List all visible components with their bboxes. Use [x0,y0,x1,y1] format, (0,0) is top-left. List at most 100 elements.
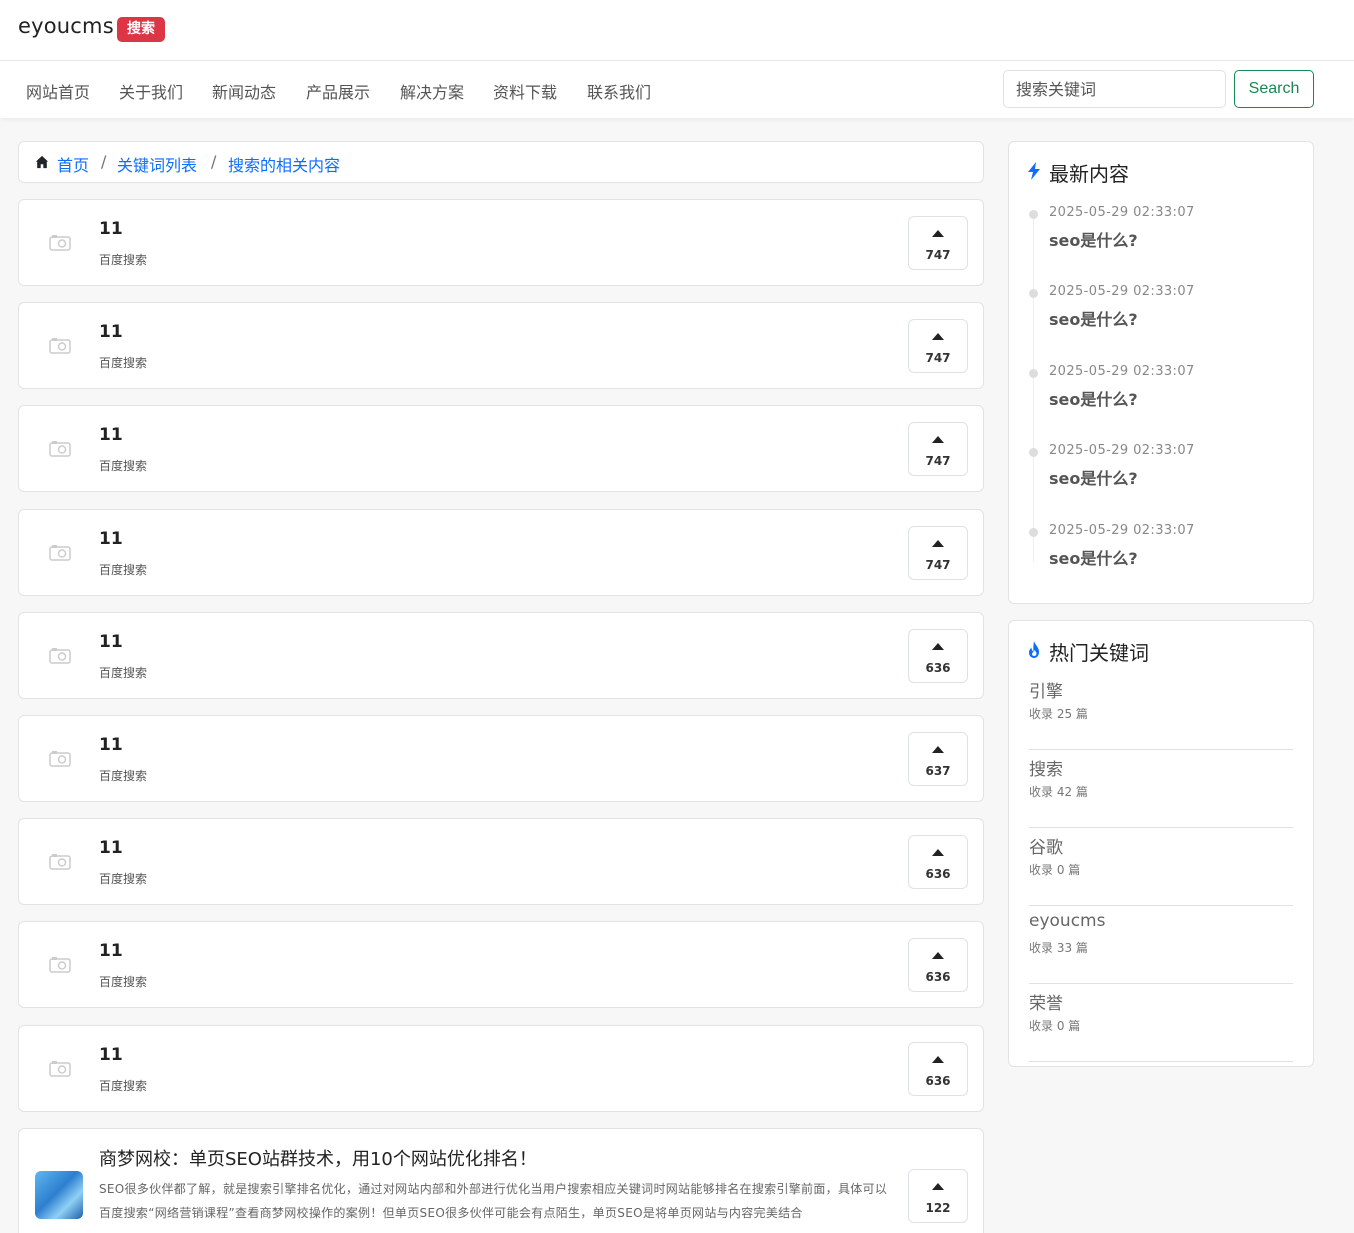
list-item[interactable]: 11 百度搜索 636 [18,818,984,905]
nav-item-downloads[interactable]: 资料下载 [493,79,557,103]
up-arrow-icon [932,540,944,547]
list-item-title[interactable]: 11 [99,632,123,652]
list-item[interactable]: 11 百度搜索 636 [18,1025,984,1112]
vote-count: 122 [925,1201,951,1215]
timeline-title[interactable]: seo是什么? [1049,306,1138,330]
nav-item-about[interactable]: 关于我们 [119,79,183,103]
upvote-button[interactable]: 637 [908,732,968,786]
keyword-item[interactable]: 荣誉 收录 0 篇 [1029,984,1293,1062]
featured-title[interactable]: 商梦网校：单页SEO站群技术，用10个网站优化排名！ [99,1145,537,1171]
list-item-title[interactable]: 11 [99,322,123,342]
upvote-button[interactable]: 636 [908,1042,968,1096]
nav-item-solutions[interactable]: 解决方案 [400,79,464,103]
timeline-date: 2025-05-29 02:33:07 [1049,205,1195,220]
keyword-item[interactable]: 谷歌 收录 0 篇 [1029,828,1293,906]
hot-keywords-panel: 热门关键词 引擎 收录 25 篇 搜索 收录 42 篇 谷歌 收录 0 篇 ey… [1008,620,1314,1067]
nav-item-products[interactable]: 产品展示 [306,79,370,103]
timeline-date: 2025-05-29 02:33:07 [1049,443,1195,458]
breadcrumb: 首页 / 关键词列表 / 搜索的相关内容 [18,141,984,183]
timeline-date: 2025-05-29 02:33:07 [1049,523,1195,538]
list-item[interactable]: 11 百度搜索 636 [18,612,984,699]
list-item[interactable]: 11 百度搜索 747 [18,405,984,492]
latest-content-title: 最新内容 [1049,162,1129,186]
placeholder-image-icon [49,441,71,457]
keyword-name[interactable]: 搜索 [1029,755,1063,780]
keyword-count: 收录 0 篇 [1029,863,1081,877]
site-header: eyoucms 搜索 [0,0,1354,61]
vote-count: 747 [925,558,951,572]
nav-item-contact[interactable]: 联系我们 [587,79,651,103]
list-item-title[interactable]: 11 [99,425,123,445]
placeholder-image-icon [49,545,71,561]
list-item-source: 百度搜索 [99,253,148,267]
list-item-title[interactable]: 11 [99,735,123,755]
placeholder-image-icon [49,338,71,354]
list-item-title[interactable]: 11 [99,219,123,239]
placeholder-image-icon [49,1061,71,1077]
upvote-button[interactable]: 747 [908,422,968,476]
nav-item-news[interactable]: 新闻动态 [212,79,276,103]
list-item-title[interactable]: 11 [99,529,123,549]
placeholder-image-icon [49,751,71,767]
featured-list-item[interactable]: 商梦网校：单页SEO站群技术，用10个网站优化排名！ SEO很多伙伴都了解，就是… [18,1128,984,1233]
list-item[interactable]: 11 百度搜索 747 [18,199,984,286]
keyword-name[interactable]: 引擎 [1029,677,1063,702]
timeline-title[interactable]: seo是什么? [1049,386,1138,410]
list-item[interactable]: 11 百度搜索 747 [18,509,984,596]
keyword-name[interactable]: 荣誉 [1029,989,1063,1014]
list-item-source: 百度搜索 [99,975,148,989]
upvote-button[interactable]: 747 [908,319,968,373]
featured-description: SEO很多伙伴都了解，就是搜索引擎排名优化，通过对网站内部和外部进行优化当用户搜… [99,1182,888,1220]
timeline-title[interactable]: seo是什么? [1049,465,1138,489]
timeline-dot [1029,289,1038,298]
timeline-title[interactable]: seo是什么? [1049,227,1138,251]
keyword-item[interactable]: 引擎 收录 25 篇 [1029,672,1293,750]
upvote-button[interactable]: 636 [908,629,968,683]
keyword-count: 收录 42 篇 [1029,785,1088,799]
up-arrow-icon [932,952,944,959]
vote-count: 747 [925,351,951,365]
upvote-button[interactable]: 636 [908,938,968,992]
list-item-title[interactable]: 11 [99,941,123,961]
keyword-count: 收录 0 篇 [1029,1019,1081,1033]
vote-count: 636 [925,970,951,984]
list-item[interactable]: 11 百度搜索 637 [18,715,984,802]
up-arrow-icon [932,746,944,753]
vote-count: 637 [925,764,951,778]
keyword-count: 收录 33 篇 [1029,941,1088,955]
list-item-source: 百度搜索 [99,872,148,886]
timeline-title[interactable]: seo是什么? [1049,545,1138,569]
home-icon [35,155,49,169]
vote-count: 747 [925,454,951,468]
keyword-name[interactable]: eyoucms [1029,911,1105,931]
up-arrow-icon [932,849,944,856]
vote-count: 636 [925,867,951,881]
vote-count: 636 [925,661,951,675]
upvote-button[interactable]: 636 [908,835,968,889]
breadcrumb-keyword-list[interactable]: 关键词列表 [117,152,197,176]
list-item[interactable]: 11 百度搜索 636 [18,921,984,1008]
breadcrumb-home[interactable]: 首页 [57,152,89,176]
keyword-item[interactable]: eyoucms 收录 33 篇 [1029,906,1293,984]
keyword-name[interactable]: 谷歌 [1029,833,1063,858]
timeline-dot [1029,448,1038,457]
list-item-title[interactable]: 11 [99,838,123,858]
keyword-item[interactable]: 搜索 收录 42 篇 [1029,750,1293,828]
vote-count: 747 [925,248,951,262]
nav-item-home[interactable]: 网站首页 [26,79,90,103]
upvote-button[interactable]: 747 [908,526,968,580]
list-item[interactable]: 11 百度搜索 747 [18,302,984,389]
list-item-source: 百度搜索 [99,666,148,680]
list-item-source: 百度搜索 [99,459,148,473]
search-input[interactable] [1003,70,1226,108]
site-logo[interactable]: eyoucms [18,14,114,38]
article-thumbnail[interactable] [35,1171,83,1219]
upvote-button[interactable]: 747 [908,216,968,270]
search-button[interactable]: Search [1234,70,1314,108]
breadcrumb-separator: / [211,152,217,171]
placeholder-image-icon [49,235,71,251]
breadcrumb-current[interactable]: 搜索的相关内容 [228,152,340,176]
upvote-button[interactable]: 122 [908,1169,968,1223]
list-item-title[interactable]: 11 [99,1045,123,1065]
placeholder-image-icon [49,648,71,664]
